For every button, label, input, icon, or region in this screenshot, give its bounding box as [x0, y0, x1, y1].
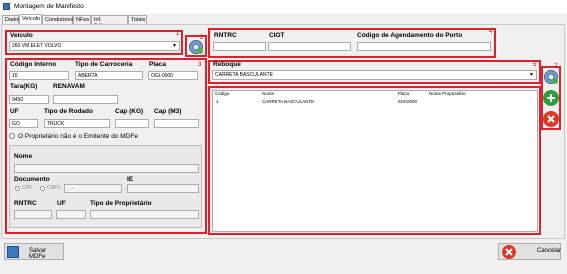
reboque-label: Reboque: [213, 61, 241, 68]
veiculo-label: Veículo: [10, 32, 33, 39]
gear-icon[interactable]: [543, 69, 559, 85]
gear-icon[interactable]: [188, 39, 204, 55]
placa-field[interactable]: OGI-0000: [148, 71, 198, 80]
chevron-down-icon: ▼: [172, 43, 177, 49]
rntrc-prop-field[interactable]: [14, 210, 52, 219]
renavam-label: RENAVAM: [53, 83, 85, 90]
ie-field[interactable]: [127, 184, 199, 193]
tipo-proprietario-label: Tipo de Proprietário: [90, 200, 152, 207]
reboque-select-value: CARRETA BASCULANTE: [215, 72, 273, 78]
grid-header-nome: Nome: [262, 91, 275, 96]
proprietario-check-label: O Proprietário não é o Emitente do MDFe: [18, 133, 138, 140]
ciot-label: CIOT: [269, 32, 285, 39]
reboque-grid[interactable]: [212, 90, 538, 232]
cap-m3-field[interactable]: [154, 119, 199, 128]
plus-icon: [547, 94, 555, 102]
nome-label: Nome: [14, 153, 33, 160]
uf-prop-label: UF: [57, 200, 66, 207]
cap-m3-label: Cap (M3): [154, 108, 182, 115]
cap-kg-field[interactable]: [115, 119, 149, 128]
codigo-interno-label: Código Interno: [10, 61, 57, 68]
rntrc-field[interactable]: [213, 42, 266, 51]
cnpj-label: CNPJ: [47, 185, 61, 191]
save-button[interactable]: Salvar MDFe: [4, 243, 64, 260]
tipo-carroceria-label: Tipo de Carroceria: [75, 61, 133, 68]
cancel-icon: [502, 245, 516, 259]
tipo-rodado-label: Tipo de Rodado: [44, 108, 93, 115]
rntrc-label: RNTRC: [214, 32, 237, 39]
nome-field[interactable]: [14, 164, 199, 173]
cap-kg-label: Cap (KG): [115, 108, 144, 115]
tipo-proprietario-field[interactable]: [90, 210, 199, 219]
marker-4: 4: [489, 29, 493, 35]
table-row[interactable]: 1 CARRETA BASCULANTE KKK0000: [213, 98, 537, 107]
proprietario-checkbox[interactable]: [9, 133, 15, 139]
marker-3: 3: [198, 62, 202, 68]
codigo-agendamento-label: Código de Agendamento do Porto: [357, 32, 463, 39]
uf-prop-field[interactable]: [56, 210, 86, 219]
cnpj-radio[interactable]: [40, 186, 45, 191]
cell-nome: CARRETA BASCULANTE: [262, 99, 315, 104]
app-icon: [3, 3, 10, 10]
cpf-radio[interactable]: [15, 186, 20, 191]
rntrc-prop-label: RNTRC: [14, 200, 37, 207]
cancel-button[interactable]: Cancelar: [498, 243, 561, 260]
save-icon: [7, 246, 19, 258]
veiculo-select-value: 260 VM ELET VOLVO: [12, 43, 62, 49]
remove-reboque-button[interactable]: [543, 111, 559, 127]
title-bar: [0, 0, 567, 14]
uf-field[interactable]: GO: [9, 119, 38, 128]
cancel-label: Cancelar: [537, 248, 562, 254]
ie-label: IE: [127, 176, 134, 183]
renavam-field[interactable]: [53, 95, 118, 104]
chevron-down-icon: ▼: [529, 72, 534, 78]
tipo-rodado-field[interactable]: TRUCK: [44, 119, 110, 128]
codigo-interno-field[interactable]: 16: [9, 71, 69, 80]
tipo-carroceria-field[interactable]: ABERTA: [75, 71, 143, 80]
tara-field[interactable]: 9450: [9, 95, 49, 104]
grid-header-codigo: Código: [215, 91, 230, 96]
grid-header-placa: Placa: [398, 91, 410, 96]
cell-placa: KKK0000: [398, 99, 418, 104]
veiculo-select[interactable]: 260 VM ELET VOLVO ▼: [9, 41, 180, 51]
marker-5: 5: [533, 62, 537, 68]
grid-header-nome-proprietario: Nome Proprietário: [429, 91, 466, 96]
add-reboque-button[interactable]: [543, 90, 559, 106]
marker-1: 1: [176, 31, 180, 37]
window-title: Montagem de Manifesto: [14, 3, 84, 10]
documento-field[interactable]: . . -: [64, 184, 122, 193]
placa-label: Placa: [149, 61, 166, 68]
save-label: Salvar MDFe: [29, 248, 47, 260]
tara-label: Tara(KG): [10, 83, 38, 90]
reboque-select[interactable]: CARRETA BASCULANTE ▼: [212, 70, 537, 80]
close-icon: [547, 115, 555, 123]
documento-label: Documento: [14, 176, 50, 183]
cell-codigo: 1: [216, 99, 219, 104]
codigo-agendamento-field[interactable]: [357, 42, 491, 51]
ciot-field[interactable]: [268, 42, 351, 51]
cpf-label: CPF: [22, 185, 32, 191]
uf-label: UF: [10, 108, 19, 115]
